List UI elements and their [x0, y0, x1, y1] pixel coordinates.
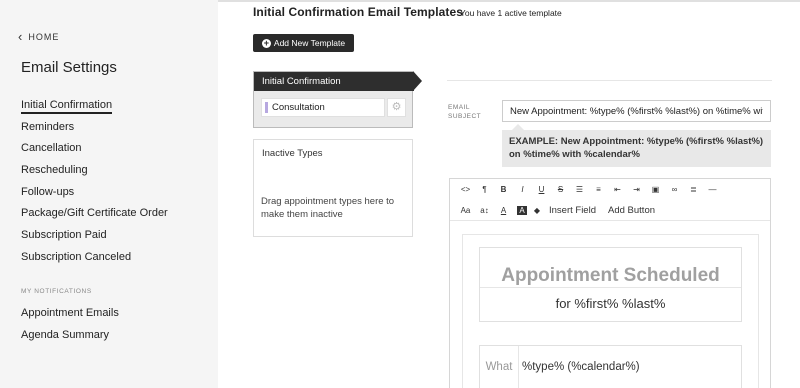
email-subject-label: EMAIL SUBJECT — [448, 104, 482, 120]
nav-item-label: Package/Gift Certificate Order — [21, 207, 168, 220]
nav-item-label: Rescheduling — [21, 164, 88, 177]
right-divider — [447, 80, 772, 81]
nav-item-label: Reminders — [21, 120, 75, 133]
nav-item-rescheduling[interactable]: Rescheduling — [21, 161, 168, 183]
email-detail-row: What %type% (%calendar%) — [479, 345, 742, 388]
nav-item-label: Initial Confirmation — [21, 99, 113, 114]
font-color-icon[interactable]: A — [494, 206, 513, 215]
email-subject-input[interactable] — [502, 100, 771, 122]
nav-item-label: Appointment Emails — [21, 307, 119, 319]
bold-icon[interactable]: B — [494, 185, 513, 194]
link-icon[interactable]: ∞ — [665, 185, 684, 194]
horizontal-rule-icon[interactable]: — — [703, 185, 722, 194]
chevron-left-icon: ‹ — [18, 29, 24, 44]
template-header[interactable]: Initial Confirmation — [254, 72, 414, 91]
inactive-types-title: Inactive Types — [262, 148, 323, 159]
home-link[interactable]: ‹ HOME — [18, 30, 59, 43]
inactive-types-dropzone[interactable]: Inactive Types Drag appointment types he… — [253, 139, 413, 237]
indent-icon[interactable]: ⇥ — [627, 185, 646, 194]
email-body-editor: <> ¶ B I U S ☰ ≡ ⇤ ⇥ ▣ ∞ ≣ — Aa a↕ A A ◆… — [449, 178, 771, 388]
toolbar-divider — [450, 220, 770, 221]
add-new-template-label: Add New Template — [273, 38, 346, 48]
tag-icon[interactable]: ◆ — [531, 206, 543, 215]
nav-item-subscription-canceled[interactable]: Subscription Canceled — [21, 248, 168, 270]
paragraph-icon[interactable]: ¶ — [475, 185, 494, 194]
home-label: HOME — [28, 31, 60, 42]
subject-example: EXAMPLE: New Appointment: %type% (%first… — [502, 124, 771, 167]
active-template-count: You have 1 active template — [460, 8, 562, 18]
bullet-list-icon[interactable]: ☰ — [570, 185, 589, 194]
nav-item-label: Follow-ups — [21, 185, 75, 198]
editor-toolbar-row-2: Aa a↕ A A ◆ Insert Field Add Button — [450, 200, 770, 220]
nav-item-package-gift-certificate[interactable]: Package/Gift Certificate Order — [21, 204, 168, 226]
plus-circle-icon: + — [261, 37, 271, 48]
underline-icon[interactable]: U — [532, 185, 551, 194]
text-size-icon[interactable]: a↕ — [475, 206, 494, 215]
font-size-icon[interactable]: Aa — [456, 206, 475, 215]
nav-item-label: Agenda Summary — [21, 328, 110, 341]
nav-item-agenda-summary[interactable]: Agenda Summary — [21, 326, 119, 348]
nav-item-label: Cancellation — [21, 142, 82, 155]
editor-toolbar-row-1: <> ¶ B I U S ☰ ≡ ⇤ ⇥ ▣ ∞ ≣ — — [450, 179, 770, 199]
nav-item-subscription-paid[interactable]: Subscription Paid — [21, 226, 168, 248]
strikethrough-icon[interactable]: S — [551, 185, 570, 194]
notifications-nav: Appointment Emails Agenda Summary — [21, 304, 119, 347]
code-view-icon[interactable]: <> — [456, 185, 475, 194]
nav-item-cancellation[interactable]: Cancellation — [21, 139, 168, 161]
detail-label: What — [485, 361, 513, 373]
inactive-types-hint: Drag appointment types here to make them… — [261, 196, 395, 220]
heading-divider — [480, 287, 741, 288]
template-selected-arrow — [413, 71, 422, 91]
nav-item-label: Subscription Paid — [21, 229, 107, 242]
nav-item-follow-ups[interactable]: Follow-ups — [21, 183, 168, 205]
outdent-icon[interactable]: ⇤ — [608, 185, 627, 194]
nav-item-initial-confirmation[interactable]: Initial Confirmation — [21, 96, 168, 118]
image-icon[interactable]: ▣ — [646, 185, 665, 194]
add-new-template-button[interactable]: + Add New Template — [253, 34, 354, 52]
insert-field-button[interactable]: Insert Field — [543, 205, 602, 216]
top-divider — [218, 0, 800, 2]
nav-item-appointment-emails[interactable]: Appointment Emails — [21, 304, 119, 326]
gear-icon[interactable]: ⚙ — [387, 98, 406, 117]
nav-item-reminders[interactable]: Reminders — [21, 118, 168, 140]
italic-icon[interactable]: I — [513, 185, 532, 194]
detail-value: %type% (%calendar%) — [522, 361, 640, 373]
detail-divider — [518, 346, 519, 388]
nav-item-label: Subscription Canceled — [21, 250, 132, 263]
background-color-icon[interactable]: A — [517, 205, 527, 215]
email-subheading: for %first% %last% — [555, 296, 666, 311]
align-icon[interactable]: ≣ — [684, 185, 703, 194]
email-heading: Appointment Scheduled — [501, 265, 720, 286]
template-card: Initial Confirmation Consultation ⚙ — [253, 71, 414, 128]
section-label-notifications: MY NOTIFICATIONS — [21, 288, 92, 295]
email-heading-block: Appointment Scheduled for %first% %last% — [479, 247, 742, 322]
sidebar: ‹ HOME Email Settings Initial Confirmati… — [0, 0, 218, 388]
appointment-type-item[interactable]: Consultation — [261, 98, 385, 117]
sidebar-title: Email Settings — [21, 59, 117, 76]
numbered-list-icon[interactable]: ≡ — [589, 185, 608, 194]
add-button-button[interactable]: Add Button — [602, 205, 661, 216]
page-title: Initial Confirmation Email Templates — [253, 5, 464, 19]
email-preview-canvas[interactable]: Appointment Scheduled for %first% %last%… — [462, 234, 759, 388]
settings-nav: Initial Confirmation Reminders Cancellat… — [21, 96, 168, 270]
